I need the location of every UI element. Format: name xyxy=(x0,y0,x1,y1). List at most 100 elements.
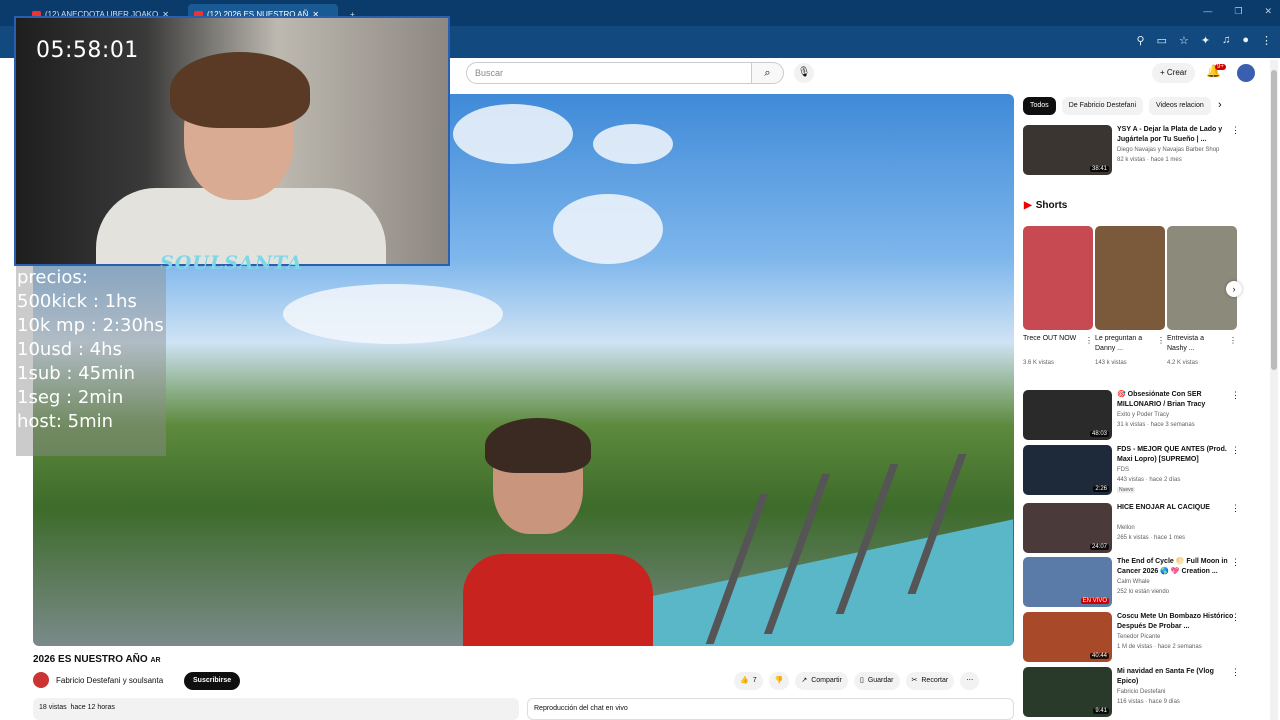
create-button[interactable]: + Crear xyxy=(1152,63,1195,83)
rec-title[interactable]: Mi navidad en Santa Fe (Vlog Epico) xyxy=(1117,667,1235,687)
video-thumbnail[interactable]: 40:44 xyxy=(1023,612,1112,662)
rec-channel[interactable]: Mellon xyxy=(1117,525,1135,531)
search-button[interactable]: ⌕ xyxy=(752,62,784,84)
more-icon[interactable]: ⋮ xyxy=(1231,612,1240,623)
price-line: 1seg : 2min xyxy=(17,387,124,408)
more-icon[interactable]: ⋮ xyxy=(1231,667,1240,678)
account-avatar[interactable] xyxy=(1237,64,1255,82)
rec-meta: 31 k vistas · hace 3 semanas xyxy=(1117,422,1195,428)
menu-icon[interactable]: ⋮ xyxy=(1261,34,1272,47)
rec-channel[interactable]: Fabricio Destefani xyxy=(1117,689,1165,695)
rec-meta: 265 k vistas · hace 1 mes xyxy=(1117,535,1186,541)
duration-badge: 2:26 xyxy=(1093,486,1109,492)
video-thumbnail[interactable]: 48:03 xyxy=(1023,390,1112,440)
duration-badge: 40:44 xyxy=(1089,653,1109,659)
more-icon[interactable]: ⋮ xyxy=(1231,390,1240,401)
mic-button[interactable]: 🎙 xyxy=(794,63,814,83)
cast-icon[interactable]: ▭ xyxy=(1157,34,1167,47)
browser-toolbar-icons: ⚲ ▭ ☆ ✦ ♫ ● ⋮ xyxy=(1137,34,1272,47)
recommendation-item[interactable]: 24:07 HICE ENOJAR AL CACIQUE Mellon 265 k v… xyxy=(1023,503,1243,555)
rec-meta: 1 M de vistas · hace 2 semanas xyxy=(1117,644,1202,650)
rec-title[interactable]: FDS - MEJOR QUE ANTES (Prod. Maxi Lopro)… xyxy=(1117,445,1235,465)
star-icon[interactable]: ☆ xyxy=(1179,34,1189,47)
recommendation-item[interactable]: EN VIVO The End of Cycle 🌕 Full Moon in C… xyxy=(1023,557,1243,609)
filter-chips: Todos De Fabricio Destefani Videos relac… xyxy=(1023,97,1211,115)
recommendation-item[interactable]: 2:26 FDS - MEJOR QUE ANTES (Prod. Maxi Lo… xyxy=(1023,445,1243,497)
short-thumbnail[interactable] xyxy=(1023,226,1093,330)
rec-channel[interactable]: Exito y Poder Tracy xyxy=(1117,412,1169,418)
rec-channel[interactable]: Diego Navajas y Navajas Barber Shop xyxy=(1117,147,1219,153)
video-actions: 👍 7 👎 ↗ Compartir ▯ Guardar ✂ Recortar ⋯ xyxy=(734,672,980,690)
more-icon[interactable]: ⋮ xyxy=(1085,336,1093,345)
new-badge: Nuevo xyxy=(1117,487,1136,493)
short-item[interactable]: Trece OUT NOW ⋮ 3.6 K vistas xyxy=(1023,226,1093,366)
extensions-icon[interactable]: ✦ xyxy=(1201,34,1210,47)
chip-channel[interactable]: De Fabricio Destefani xyxy=(1061,97,1143,115)
channel-name[interactable]: Fabricio Destefani y soulsanta xyxy=(56,676,163,685)
chip-all[interactable]: Todos xyxy=(1023,97,1056,115)
media-icon[interactable]: ♫ xyxy=(1222,34,1230,47)
price-line: 10usd : 4hs xyxy=(17,339,122,360)
short-thumbnail[interactable] xyxy=(1167,226,1237,330)
short-title[interactable]: Trece OUT NOW xyxy=(1023,334,1081,344)
short-title[interactable]: Le preguntan a Danny ... xyxy=(1095,334,1153,354)
search-input[interactable]: Buscar xyxy=(466,62,752,84)
like-icon: 👍 xyxy=(740,677,749,684)
video-thumbnail[interactable]: 2:26 xyxy=(1023,445,1112,495)
save-button[interactable]: ▯ Guardar xyxy=(853,672,900,690)
more-actions-button[interactable]: ⋯ xyxy=(960,672,980,690)
rec-meta: 252 lo están viendo xyxy=(1117,589,1170,595)
video-thumbnail[interactable]: EN VIVO xyxy=(1023,557,1112,607)
rec-channel[interactable]: Tenedor Picante xyxy=(1117,634,1160,640)
chevron-right-icon[interactable]: › xyxy=(1218,99,1222,111)
recommendation-item[interactable]: 48:03 🎯 Obsesiónate Con SER MILLONARIO / … xyxy=(1023,390,1243,442)
recommendation-item[interactable]: 40:44 Coscu Mete Un Bombazo Histórico Des… xyxy=(1023,612,1243,664)
rec-title[interactable]: Coscu Mete Un Bombazo Histórico Después … xyxy=(1117,612,1235,632)
rec-title[interactable]: 🎯 Obsesiónate Con SER MILLONARIO / Brian… xyxy=(1117,390,1235,410)
chip-related[interactable]: Videos relacion xyxy=(1149,97,1211,115)
more-icon[interactable]: ⋮ xyxy=(1231,557,1240,568)
price-line: precios: xyxy=(17,267,88,288)
rec-channel[interactable]: Calm Whale xyxy=(1117,579,1150,585)
notification-badge: 9+ xyxy=(1215,64,1226,70)
description-box[interactable]: 18 vistas hace 12 horas xyxy=(33,698,519,720)
short-thumbnail[interactable] xyxy=(1095,226,1165,330)
more-icon[interactable]: ⋮ xyxy=(1157,336,1165,345)
channel-avatar[interactable] xyxy=(33,672,49,688)
like-button[interactable]: 👍 7 xyxy=(734,672,763,690)
scissors-icon: ✂ xyxy=(911,677,918,684)
chevron-right-icon[interactable]: › xyxy=(1226,281,1242,297)
short-item[interactable]: Le preguntan a Danny ... ⋮ 143 k vistas xyxy=(1095,226,1165,366)
video-thumbnail[interactable]: 38:41 xyxy=(1023,125,1112,175)
rec-title[interactable]: HICE ENOJAR AL CACIQUE xyxy=(1117,503,1235,513)
short-item[interactable]: Entrevista a Nashy ... ⋮ 4.2 K vistas xyxy=(1167,226,1237,366)
page-scrollbar[interactable] xyxy=(1270,60,1278,720)
dislike-button[interactable]: 👎 xyxy=(768,672,790,690)
clip-button[interactable]: ✂ Recortar xyxy=(905,672,955,690)
rec-title[interactable]: The End of Cycle 🌕 Full Moon in Cancer 2… xyxy=(1117,557,1235,577)
more-icon[interactable]: ⋮ xyxy=(1231,503,1240,514)
video-thumbnail[interactable]: 24:07 xyxy=(1023,503,1112,553)
more-icon[interactable]: ⋮ xyxy=(1229,336,1237,345)
maximize-icon[interactable]: ❐ xyxy=(1234,6,1242,17)
close-window-icon[interactable]: ✕ xyxy=(1264,6,1272,17)
zoom-icon[interactable]: ⚲ xyxy=(1137,34,1145,47)
profile-icon[interactable]: ● xyxy=(1242,34,1249,47)
minimize-icon[interactable]: — xyxy=(1203,6,1212,17)
price-line: 10k mp : 2:30hs xyxy=(17,315,164,336)
chat-replay[interactable]: Reproducción del chat en vivo xyxy=(527,698,1014,720)
recommendation-item[interactable]: 38:41 YSY A - Dejar la Plata de Lado y J… xyxy=(1023,125,1243,177)
video-thumbnail[interactable]: 9:41 xyxy=(1023,667,1112,717)
rec-meta: 116 vistas · hace 9 días xyxy=(1117,699,1180,705)
rec-channel[interactable]: FDS xyxy=(1117,467,1129,473)
dislike-icon: 👎 xyxy=(774,677,784,684)
recommendation-item[interactable]: 9:41 Mi navidad en Santa Fe (Vlog Epico) F… xyxy=(1023,667,1243,719)
share-button[interactable]: ↗ Compartir xyxy=(795,672,848,690)
subscribe-button[interactable]: Suscribirse xyxy=(184,672,241,690)
more-icon[interactable]: ⋮ xyxy=(1231,125,1240,136)
more-icon[interactable]: ⋮ xyxy=(1231,445,1240,456)
short-title[interactable]: Entrevista a Nashy ... xyxy=(1167,334,1225,354)
scrollbar-thumb[interactable] xyxy=(1271,70,1277,370)
save-label: Guardar xyxy=(867,677,894,684)
rec-title[interactable]: YSY A - Dejar la Plata de Lado y Jugárte… xyxy=(1117,125,1235,145)
